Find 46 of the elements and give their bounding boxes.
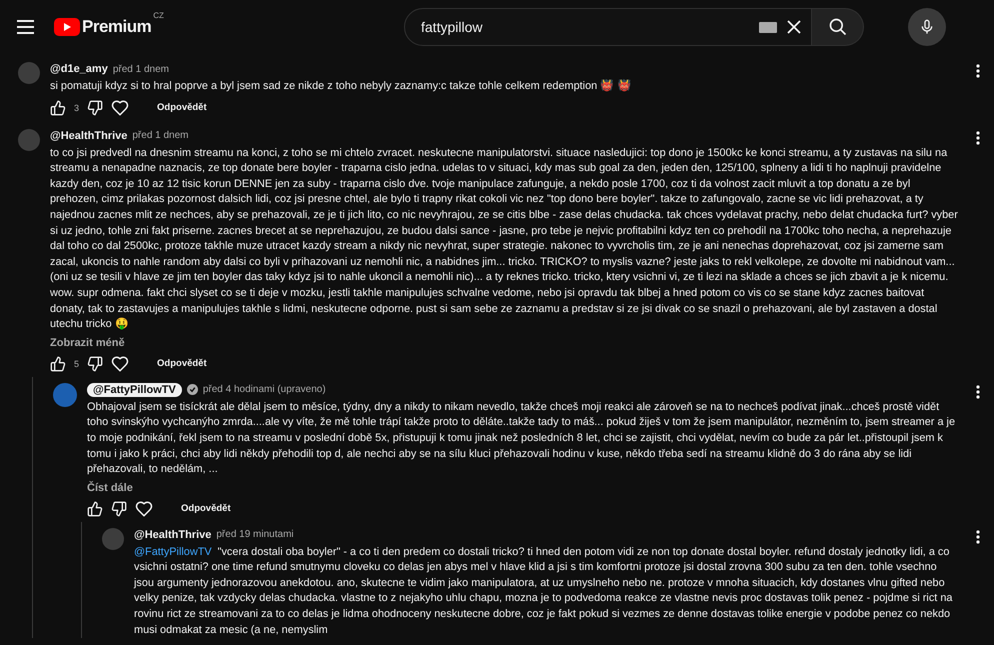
comment-time[interactable]: před 4 hodinami (upraveno) bbox=[202, 384, 326, 396]
microphone-button[interactable] bbox=[908, 8, 946, 46]
comment-text: @FattyPillowTV "vcera dostali oba boyler" - a co ti den predem co dostali tricko? ti hned den potom vidi ze non top donate dostal boyler. refund dostaly jednotky lidi, a co vsichni ostatni? one time refund smutnymu cloveku co delas jen abys mel v hlave klid a jsi s tim komfortni protoze jsi dostal zrovna 300 subu za ten den. tohle vsechno jsou argumenty jednorazovou anekdotou. ano, skutecne te vidim jako manipulatora, at uz umyslneho nebo ne. protoze v mnoha situacich, kdy dostanes vlnu gifted nebo velky penize, tak vzdycky delas chudacka. vlastne to z nejakyho uhlu chapu, mozna je to podvedoma reakce ze vlastne nevis proc dostavas tolik penez - pojdme si rict na rovinu rict ze streamovani za to co delas je lidma ohodnoceny neskutecne dobre, coz je fakt pokud si vezmes ze denne dostavas tolike energie v podobe penez co nekdo musi odmakat za mesic (a ne, nemyslim bbox=[134, 544, 954, 638]
region-label: CZ bbox=[153, 11, 164, 20]
menu-icon[interactable] bbox=[16, 19, 36, 35]
thumbs-up-icon[interactable] bbox=[87, 500, 103, 517]
like-count: 3 bbox=[74, 102, 80, 113]
reply-button[interactable]: Odpovědět bbox=[175, 502, 237, 516]
search-icon[interactable] bbox=[828, 17, 848, 37]
more-options-icon[interactable] bbox=[976, 64, 980, 78]
comment-author[interactable]: @FattyPillowTV bbox=[87, 382, 182, 397]
reply-button[interactable]: Odpovědět bbox=[151, 357, 213, 370]
more-options-icon[interactable] bbox=[976, 384, 980, 399]
heart-icon[interactable] bbox=[111, 354, 130, 373]
avatar[interactable] bbox=[53, 382, 77, 407]
expand-toggle[interactable]: Zobrazit méně bbox=[50, 336, 125, 349]
microphone-icon[interactable] bbox=[919, 18, 935, 36]
thumbs-down-icon[interactable] bbox=[87, 356, 104, 372]
comment-author[interactable]: @HealthThrive bbox=[134, 528, 212, 541]
like-count: 5 bbox=[74, 358, 80, 369]
thumbs-down-icon[interactable] bbox=[87, 100, 104, 116]
comment-time[interactable]: před 1 dnem bbox=[132, 130, 189, 142]
verified-icon bbox=[186, 384, 198, 396]
search-button[interactable] bbox=[812, 8, 864, 46]
heart-icon[interactable] bbox=[135, 500, 153, 518]
thumbs-up-icon[interactable] bbox=[50, 356, 66, 372]
more-options-icon[interactable] bbox=[976, 530, 980, 544]
comment-text: Obhajoval jsem se tisíckrát ale dělal jsem to měsíce, týdny, dny a nikdy to nikam nevedlo, takže chceš moji reakci ale zároveň se na to nechceš podívat jinak...chceš prostě vidět toho svinskýho vychcanýho zmrda....ale vy víte, že mě tohle trápí takže proto to děláte..takže tady to máš... pokud žiješ v tom že jsem manipulátor, nezměním to, jsem streamer a je to moje podnikání, řekl jsem to na streamu v poslední době 5x, přistupuji k tomu jinak než posledních 8 let, chci se zajistit, chci vydělat, nevím co bude za pár let..přistoupil jsem k tomu i jako k práci, chci aby lidi někdy přehodili top d, ale nechci aby se na sílu kluci přehazovali hodinu v kuse, někdo třeba sedí na streamu klidně do 3 do rána aby se lidi přehazovali, to nedělám, ... bbox=[87, 400, 956, 478]
comment-time[interactable]: před 1 dnem bbox=[112, 64, 169, 74]
thumbs-up-icon[interactable] bbox=[50, 100, 66, 116]
keyboard-icon[interactable] bbox=[759, 22, 777, 32]
reply-button[interactable]: Odpovědět bbox=[151, 101, 213, 114]
comment-text: si pomatuji kdyz si to hral poprve a byl jsem sad ze nikde z toho nebyly zaznamy:c takze tohle celkem redemption 👹 👹 bbox=[50, 79, 632, 94]
logo-text: Premium bbox=[82, 17, 152, 37]
comment-author[interactable]: @d1e_amy bbox=[50, 63, 108, 75]
comment-text: to co jsi predvedl na dnesnim streamu na konci, z toho se mi chtelo zvracet. neskutecne manipulatorstvi. situace nasledujici: top dono je 1500kc ke konci streamu, a ty zustavas na silu na streamu a nenapadne naznacis, ze top donate bere boyler - traparna cislo jedna. udelas to v situaci, kdy mas sub goal za den, jeden den, 125/100, splneny a lidi ti ho naplnuji pravidelne kazdy den, coz je 10 az 12 tisic korun DENNE jen za suby - traparna cislo dve. tvoje manipulace zafunguje, a nekdo posle 1700, coz ti da volnost zacit mluvit a top donatu a ze byl prehozen, cimz prilakas pozornost dalsich lidi, coz jsi presne chtel, ale bylo ti trapny rikat cokoli vic nez "top dono bere boyler". takze to zafungovalo, zacne se vic lidi prehazovat, a ty najednou zacnes mlit ze nechces, aby se prehazovali, ze je ti jich lito, co nic nevyhrajou, ze se citis blbe - zase delas chudacka. tak chces vydelavat prachy, nebo delat chudacka furt? vyber si uz jedno, tohle zni fakt priserne. zacnes brecet at se neprehazujou, ze budou dalsi sance - jasne, pro tebe je nejvic profitabilni kdyz ten co prehodil na 1700kc toho necha, a neprehazuje dal toho co dal 2500kc, protoze takhle muze utracet kazdy stream a nikdy nic nevyhrat, super strategie. nakonec to vyvrcholis tim, ze je ani nenechas doprehazovat, coz jsi zamerne sam zacal, ukoncis to nahle random aby dalsi co byli v prihazovani uz nemohli nic, a nabidnes jim... tricko. TRICKO? to myslis vazne? jeste jaks to rekl velkolepe, ze dovolte mi nabidnout vam... (oni uz se tesili v hlave ze jim ten boyler das taky kdyz jsi to nahle ukoncil a nemohli nic)... a ty reknes tricko. tricko, ktery vsichni vi, ze ti lezi na sklade a chces se jich zbavit a je k nicemu. wow. supr odmena. fakt chci slyset co se ti deje v mozku, jestli takhle manipulujes schvalne vedome, nebo jsi opravdu tak blbej a hned potom co vis co se stane kdyz zacnes baitovat donaty, tak to zastavujes a manipulujes takhle s lidmi, neskutecne odporne. pust si sam sebe ze zaznamu a predstav si ze jsi divak co se snazil o prehazovani, ale byl zastaven a dostal utechu tricko 🤑 bbox=[50, 146, 958, 332]
search-field[interactable]: fattypillow bbox=[404, 8, 812, 46]
comment-time[interactable]: před 19 minutami bbox=[216, 529, 294, 540]
more-options-icon[interactable] bbox=[976, 130, 980, 145]
mention-link[interactable]: @FattyPillowTV bbox=[134, 546, 212, 558]
play-logo-icon bbox=[54, 18, 80, 36]
thumbs-down-icon[interactable] bbox=[111, 500, 127, 517]
close-icon[interactable] bbox=[787, 20, 801, 34]
expand-toggle[interactable]: Číst dále bbox=[87, 482, 133, 494]
comment-author[interactable]: @HealthThrive bbox=[50, 130, 128, 142]
heart-icon[interactable] bbox=[111, 98, 130, 117]
